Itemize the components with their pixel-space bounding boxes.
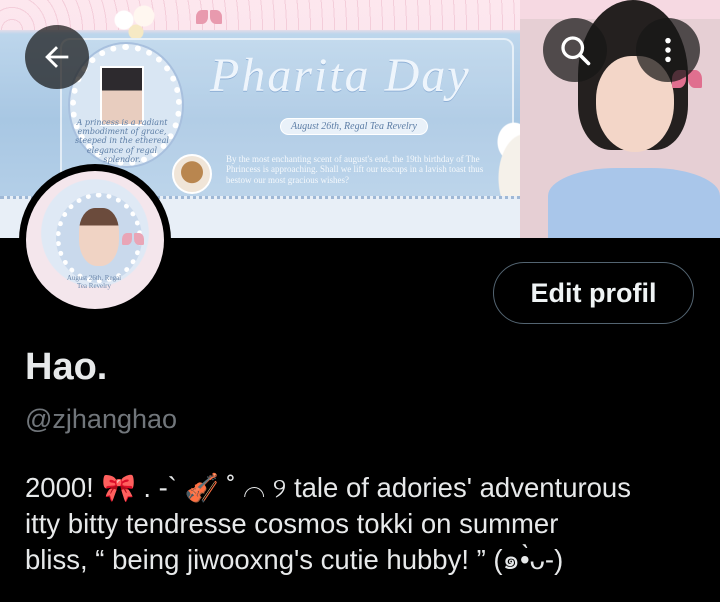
user-handle: @zjhanghao	[25, 404, 178, 434]
avatar[interactable]: August 26th, Regal Tea Revelry	[19, 164, 171, 316]
edit-profile-button[interactable]: Edit profil	[493, 262, 694, 324]
bio-line: itty bitty tendresse cosmos tokki on sum…	[25, 508, 559, 539]
banner-date-label: August 26th, Regal Tea Revelry	[280, 118, 428, 135]
arrow-left-icon	[45, 46, 69, 68]
more-vertical-icon	[665, 37, 671, 63]
back-button[interactable]	[25, 25, 89, 89]
banner-message: By the most enchanting scent of august's…	[226, 154, 484, 185]
search-icon	[561, 36, 591, 66]
flower-decoration	[110, 2, 162, 38]
avatar-image: August 26th, Regal Tea Revelry	[26, 171, 164, 309]
avatar-portrait	[79, 208, 119, 266]
more-options-button[interactable]	[636, 18, 700, 82]
banner-tagline: A princess is a radiant embodiment of gr…	[75, 118, 169, 164]
banner-title: Pharita Day	[210, 49, 471, 102]
display-name: Hao.	[25, 346, 108, 388]
avatar-bow-decoration	[122, 233, 144, 247]
banner-portrait-photo	[100, 66, 144, 126]
bow-decoration	[196, 10, 222, 26]
pastry-image	[172, 154, 212, 194]
person-outfit	[548, 168, 720, 238]
profile-bio: 2000! 🎀 . -` 🎻 ˚ ⌒ ୨ tale of adories' ad…	[25, 470, 715, 578]
search-button[interactable]	[543, 18, 607, 82]
bio-line: bliss, “ being jiwooxng's cutie hubby! ”…	[25, 544, 564, 575]
avatar-caption: August 26th, Regal Tea Revelry	[66, 274, 122, 290]
bio-line: 2000! 🎀 . -` 🎻 ˚ ⌒ ୨ tale of adories' ad…	[25, 472, 631, 503]
